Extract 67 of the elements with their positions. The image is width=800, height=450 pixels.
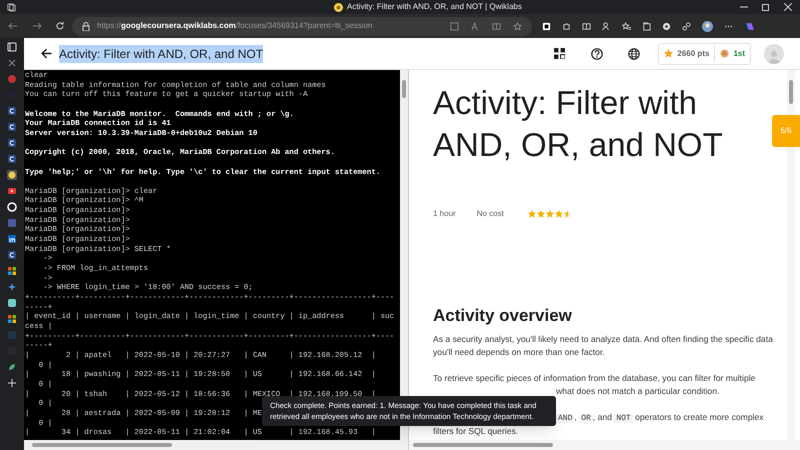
tab-title[interactable]: Activity: Filter with AND, OR, and NOT | Qwiklabs — [347, 1, 522, 13]
address-bar[interactable]: https://googlecoursera.qwiklabs.com/focuses/34569314?parent=lti_session — [72, 16, 532, 36]
globe-icon[interactable] — [628, 48, 640, 60]
c-badge-icon[interactable] — [7, 154, 17, 164]
section-heading: Activity overview — [433, 305, 573, 327]
add-icon[interactable] — [7, 378, 17, 388]
tabs-icon[interactable] — [7, 42, 17, 52]
c-badge-icon[interactable] — [7, 106, 17, 116]
grid-logo-icon[interactable] — [7, 266, 17, 276]
url-text: https://googlecoursera.qwiklabs.com/focuses/34569314?parent=lti_session — [97, 20, 372, 32]
sparkle-icon[interactable] — [7, 282, 17, 292]
medal-icon — [720, 49, 730, 58]
workspaces-icon[interactable] — [7, 2, 16, 12]
page-title: Activity: Filter with AND, OR, and NOT — [59, 44, 264, 62]
points-count: 2660 pts — [677, 48, 710, 60]
paragraph-text: filters for SQL queries. — [433, 426, 518, 436]
favorites-icon[interactable] — [622, 22, 631, 30]
collections-icon[interactable] — [642, 22, 651, 30]
maximize-icon[interactable] — [762, 3, 770, 11]
linkedin-icon[interactable] — [7, 234, 17, 244]
scrollbar-thumb[interactable] — [32, 443, 172, 447]
c-badge-icon[interactable] — [7, 138, 17, 148]
points-badge[interactable]: 2660 pts 1st — [658, 42, 751, 64]
scrollbar-thumb[interactable] — [789, 80, 793, 104]
circle-icon[interactable] — [7, 74, 17, 84]
github-icon[interactable] — [7, 202, 17, 212]
reload-icon[interactable] — [55, 21, 65, 31]
profile-manage-icon[interactable] — [602, 22, 611, 30]
person-icon — [768, 50, 780, 64]
paragraph-text: As a security analyst, you'll likely need to analyze data. And often finding the specific data you'll need depends on more than one factor. — [433, 334, 773, 357]
square-app-icon[interactable] — [7, 218, 17, 228]
tab-favicon-icon — [334, 2, 343, 12]
back-arrow-icon[interactable] — [41, 48, 52, 59]
help-icon[interactable] — [591, 48, 604, 60]
grid-logo-icon[interactable] — [7, 314, 17, 324]
qr-code-icon[interactable] — [554, 48, 566, 59]
duration-label: 1 hour — [433, 208, 456, 220]
c-badge-icon[interactable] — [7, 250, 17, 260]
coin-icon[interactable] — [7, 170, 17, 180]
profile-icon[interactable] — [702, 20, 713, 32]
paragraph-text: what does not match a particular condition. — [556, 386, 720, 396]
rounded-square-icon[interactable] — [7, 298, 17, 308]
paragraph-text: To retrieve specific pieces of information from the database, you can filter for multiple — [433, 373, 756, 383]
favorite-icon[interactable] — [513, 22, 522, 30]
lock-icon — [82, 22, 90, 30]
x-logo-icon[interactable] — [7, 58, 17, 68]
forward-icon[interactable] — [32, 21, 42, 31]
cost-label: No cost — [476, 208, 504, 220]
copilot-icon[interactable] — [744, 20, 755, 32]
read-aloud-icon[interactable] — [471, 22, 480, 30]
scrollbar-thumb[interactable] — [413, 443, 553, 447]
scrollbar-thumb[interactable] — [402, 80, 406, 98]
horizontal-scrollbar[interactable] — [409, 440, 800, 450]
split-view-icon[interactable] — [582, 22, 591, 30]
rank-label: 1st — [733, 48, 745, 60]
extension-icon[interactable] — [542, 22, 551, 30]
share-icon[interactable] — [682, 22, 691, 30]
back-icon[interactable] — [8, 21, 18, 31]
c-badge-icon[interactable] — [7, 122, 17, 132]
paragraph-text: AND , OR , and NOT operators to create more complex — [556, 412, 764, 422]
leaf-icon[interactable] — [7, 362, 17, 372]
horizontal-scrollbar[interactable] — [24, 440, 408, 450]
split-screen-icon[interactable] — [492, 22, 501, 30]
reader-icon[interactable] — [450, 22, 459, 30]
star-icon — [664, 49, 674, 58]
play-icon[interactable] — [7, 186, 17, 196]
close-icon[interactable] — [784, 3, 792, 11]
